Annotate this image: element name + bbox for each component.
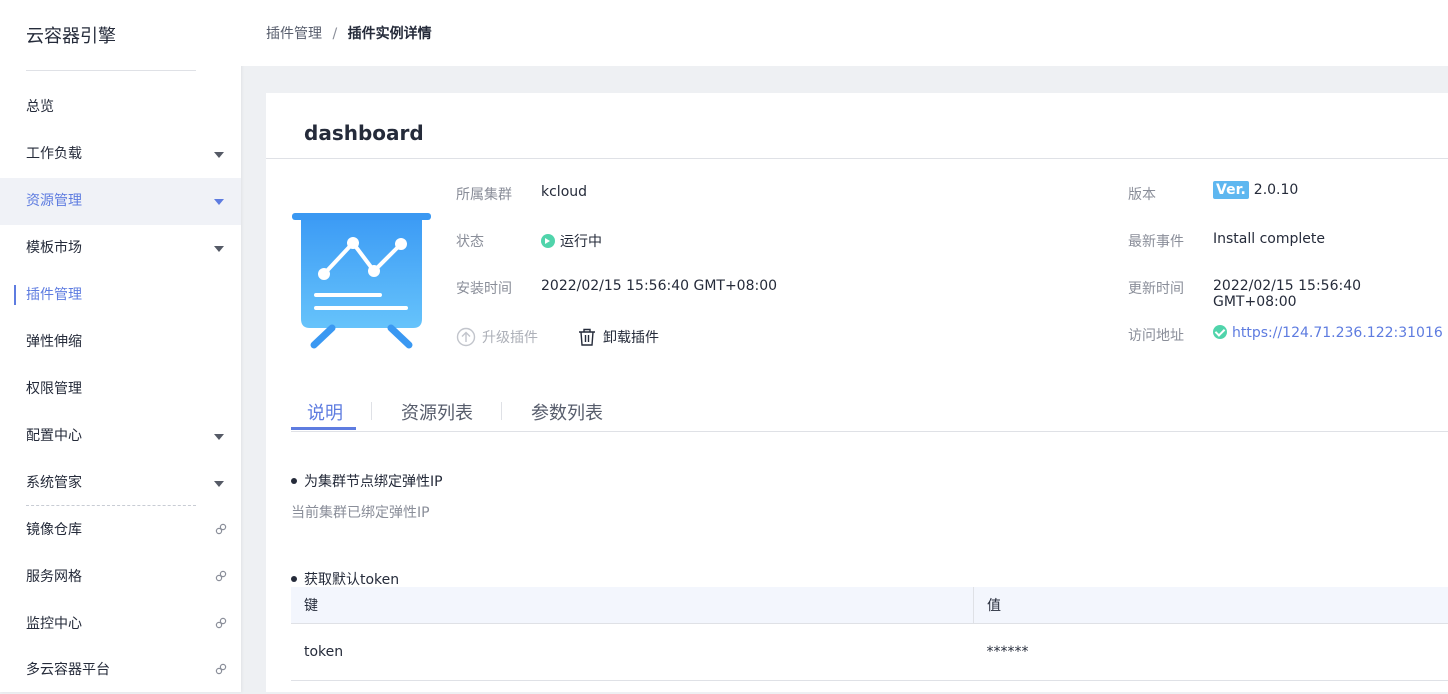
external-link-icon: [215, 570, 227, 582]
caret-down-icon: [214, 246, 224, 252]
tab-resource-list[interactable]: 资源列表: [401, 399, 473, 433]
sidebar-dashed-divider: [26, 505, 196, 506]
app-title: 云容器引擎: [26, 22, 116, 48]
external-link-icon: [215, 663, 227, 675]
access-url-link[interactable]: https://124.71.236.122:31016: [1232, 325, 1443, 341]
sidebar-item-label: 弹性伸缩: [26, 319, 82, 366]
title-divider: [266, 158, 1448, 159]
sidebar-item-service-mesh[interactable]: 服务网格: [0, 554, 241, 601]
section-heading-eip: 为集群节点绑定弹性IP: [291, 471, 443, 491]
sidebar-item-label: 资源管理: [26, 178, 82, 225]
plugin-detail-card: dashboard 所属集群 kcloud 状态 运行中 安装时间 2022/0…: [266, 93, 1448, 692]
version-value-group: Ver. 2.0.10: [1213, 181, 1298, 199]
trash-icon: [577, 327, 597, 347]
version-badge: Ver.: [1213, 181, 1249, 199]
sidebar-item-image-registry[interactable]: 镜像仓库: [0, 507, 241, 554]
status-label: 状态: [456, 231, 484, 251]
sidebar-item-resources[interactable]: 资源管理: [0, 178, 241, 225]
sidebar-item-permissions[interactable]: 权限管理: [0, 366, 241, 413]
sidebar-item-multi-cloud[interactable]: 多云容器平台: [0, 647, 241, 694]
check-circle-icon: [1213, 325, 1227, 339]
dashboard-plugin-icon: [292, 211, 432, 351]
sidebar-item-label: 多云容器平台: [26, 647, 110, 694]
caret-down-icon: [214, 152, 224, 158]
sidebar-item-monitoring[interactable]: 监控中心: [0, 601, 241, 648]
detail-tabs: 说明 资源列表 参数列表: [291, 393, 1448, 432]
latest-event-value: Install complete: [1213, 231, 1325, 247]
status-badge: 运行中: [541, 231, 602, 251]
sidebar-item-config-center[interactable]: 配置中心: [0, 413, 241, 460]
breadcrumb-link-plugins[interactable]: 插件管理: [266, 26, 322, 42]
sidebar-divider: [26, 70, 196, 71]
bullet-dot: [291, 478, 297, 484]
sidebar: 云容器引擎 总览 工作负载 资源管理 模板市场 插件管理 弹性伸缩 权限管理 配…: [0, 0, 241, 692]
sidebar-item-overview[interactable]: 总览: [0, 84, 241, 131]
column-header-key: 键: [291, 587, 974, 624]
section-heading-token-text: 获取默认token: [304, 572, 399, 588]
version-value: 2.0.10: [1254, 182, 1299, 198]
column-header-value: 值: [974, 587, 1448, 624]
version-label: 版本: [1128, 184, 1156, 204]
uninstall-plugin-button[interactable]: 卸载插件: [577, 327, 659, 347]
sidebar-item-label: 总览: [26, 84, 54, 131]
sidebar-item-workloads[interactable]: 工作负载: [0, 131, 241, 178]
tab-divider: [371, 402, 372, 420]
upgrade-plugin-button[interactable]: 升级插件: [456, 327, 538, 347]
table-row: token ******: [291, 624, 1448, 681]
sidebar-item-label: 权限管理: [26, 366, 82, 413]
section-heading-eip-text: 为集群节点绑定弹性IP: [304, 474, 443, 490]
sidebar-item-label: 模板市场: [26, 225, 82, 272]
section-heading-token: 获取默认token: [291, 569, 399, 589]
update-time-label: 更新时间: [1128, 278, 1184, 298]
header-bar: 插件管理 / 插件实例详情: [241, 0, 1448, 66]
upgrade-arrow-icon: [456, 327, 476, 347]
update-time-value: 2022/02/15 15:56:40 GMT+08:00: [1213, 278, 1448, 310]
latest-event-label: 最新事件: [1128, 231, 1184, 251]
breadcrumb: 插件管理 / 插件实例详情: [266, 23, 432, 43]
page-title: dashboard: [304, 121, 424, 145]
table-header-row: 键 值: [291, 587, 1448, 624]
sidebar-item-autoscaling[interactable]: 弹性伸缩: [0, 319, 241, 366]
breadcrumb-separator: /: [332, 26, 337, 42]
uninstall-plugin-label: 卸载插件: [603, 327, 659, 347]
token-table: 键 值 token ******: [291, 587, 1448, 681]
sidebar-item-system-butler[interactable]: 系统管家: [0, 460, 241, 507]
caret-down-icon: [214, 481, 224, 487]
sidebar-item-plugins[interactable]: 插件管理: [0, 272, 241, 319]
breadcrumb-current: 插件实例详情: [348, 26, 432, 42]
cluster-value: kcloud: [541, 184, 587, 200]
status-value: 运行中: [560, 234, 602, 250]
sidebar-item-label: 配置中心: [26, 413, 82, 460]
sidebar-item-label: 镜像仓库: [26, 507, 82, 554]
caret-down-icon: [214, 199, 224, 205]
install-time-value: 2022/02/15 15:56:40 GMT+08:00: [541, 278, 777, 294]
upgrade-plugin-label: 升级插件: [482, 327, 538, 347]
tab-divider: [501, 402, 502, 420]
sidebar-item-label: 服务网格: [26, 554, 82, 601]
active-tab-indicator: [291, 427, 356, 430]
external-link-icon: [215, 617, 227, 629]
install-time-label: 安装时间: [456, 278, 512, 298]
access-url-label: 访问地址: [1128, 325, 1184, 345]
section-desc-eip: 当前集群已绑定弹性IP: [291, 502, 430, 522]
external-link-icon: [215, 523, 227, 535]
bullet-dot: [291, 576, 297, 582]
caret-down-icon: [214, 434, 224, 440]
sidebar-item-label: 系统管家: [26, 460, 82, 507]
sidebar-item-label: 插件管理: [26, 272, 82, 319]
running-status-icon: [541, 234, 555, 248]
sidebar-item-label: 监控中心: [26, 601, 82, 648]
cell-value: ******: [974, 624, 1448, 681]
sidebar-item-label: 工作负载: [26, 131, 82, 178]
cell-key: token: [291, 624, 974, 681]
cluster-label: 所属集群: [456, 184, 512, 204]
tab-parameter-list[interactable]: 参数列表: [531, 399, 603, 433]
sidebar-item-templates[interactable]: 模板市场: [0, 225, 241, 272]
access-url-group: https://124.71.236.122:31016: [1213, 325, 1443, 341]
